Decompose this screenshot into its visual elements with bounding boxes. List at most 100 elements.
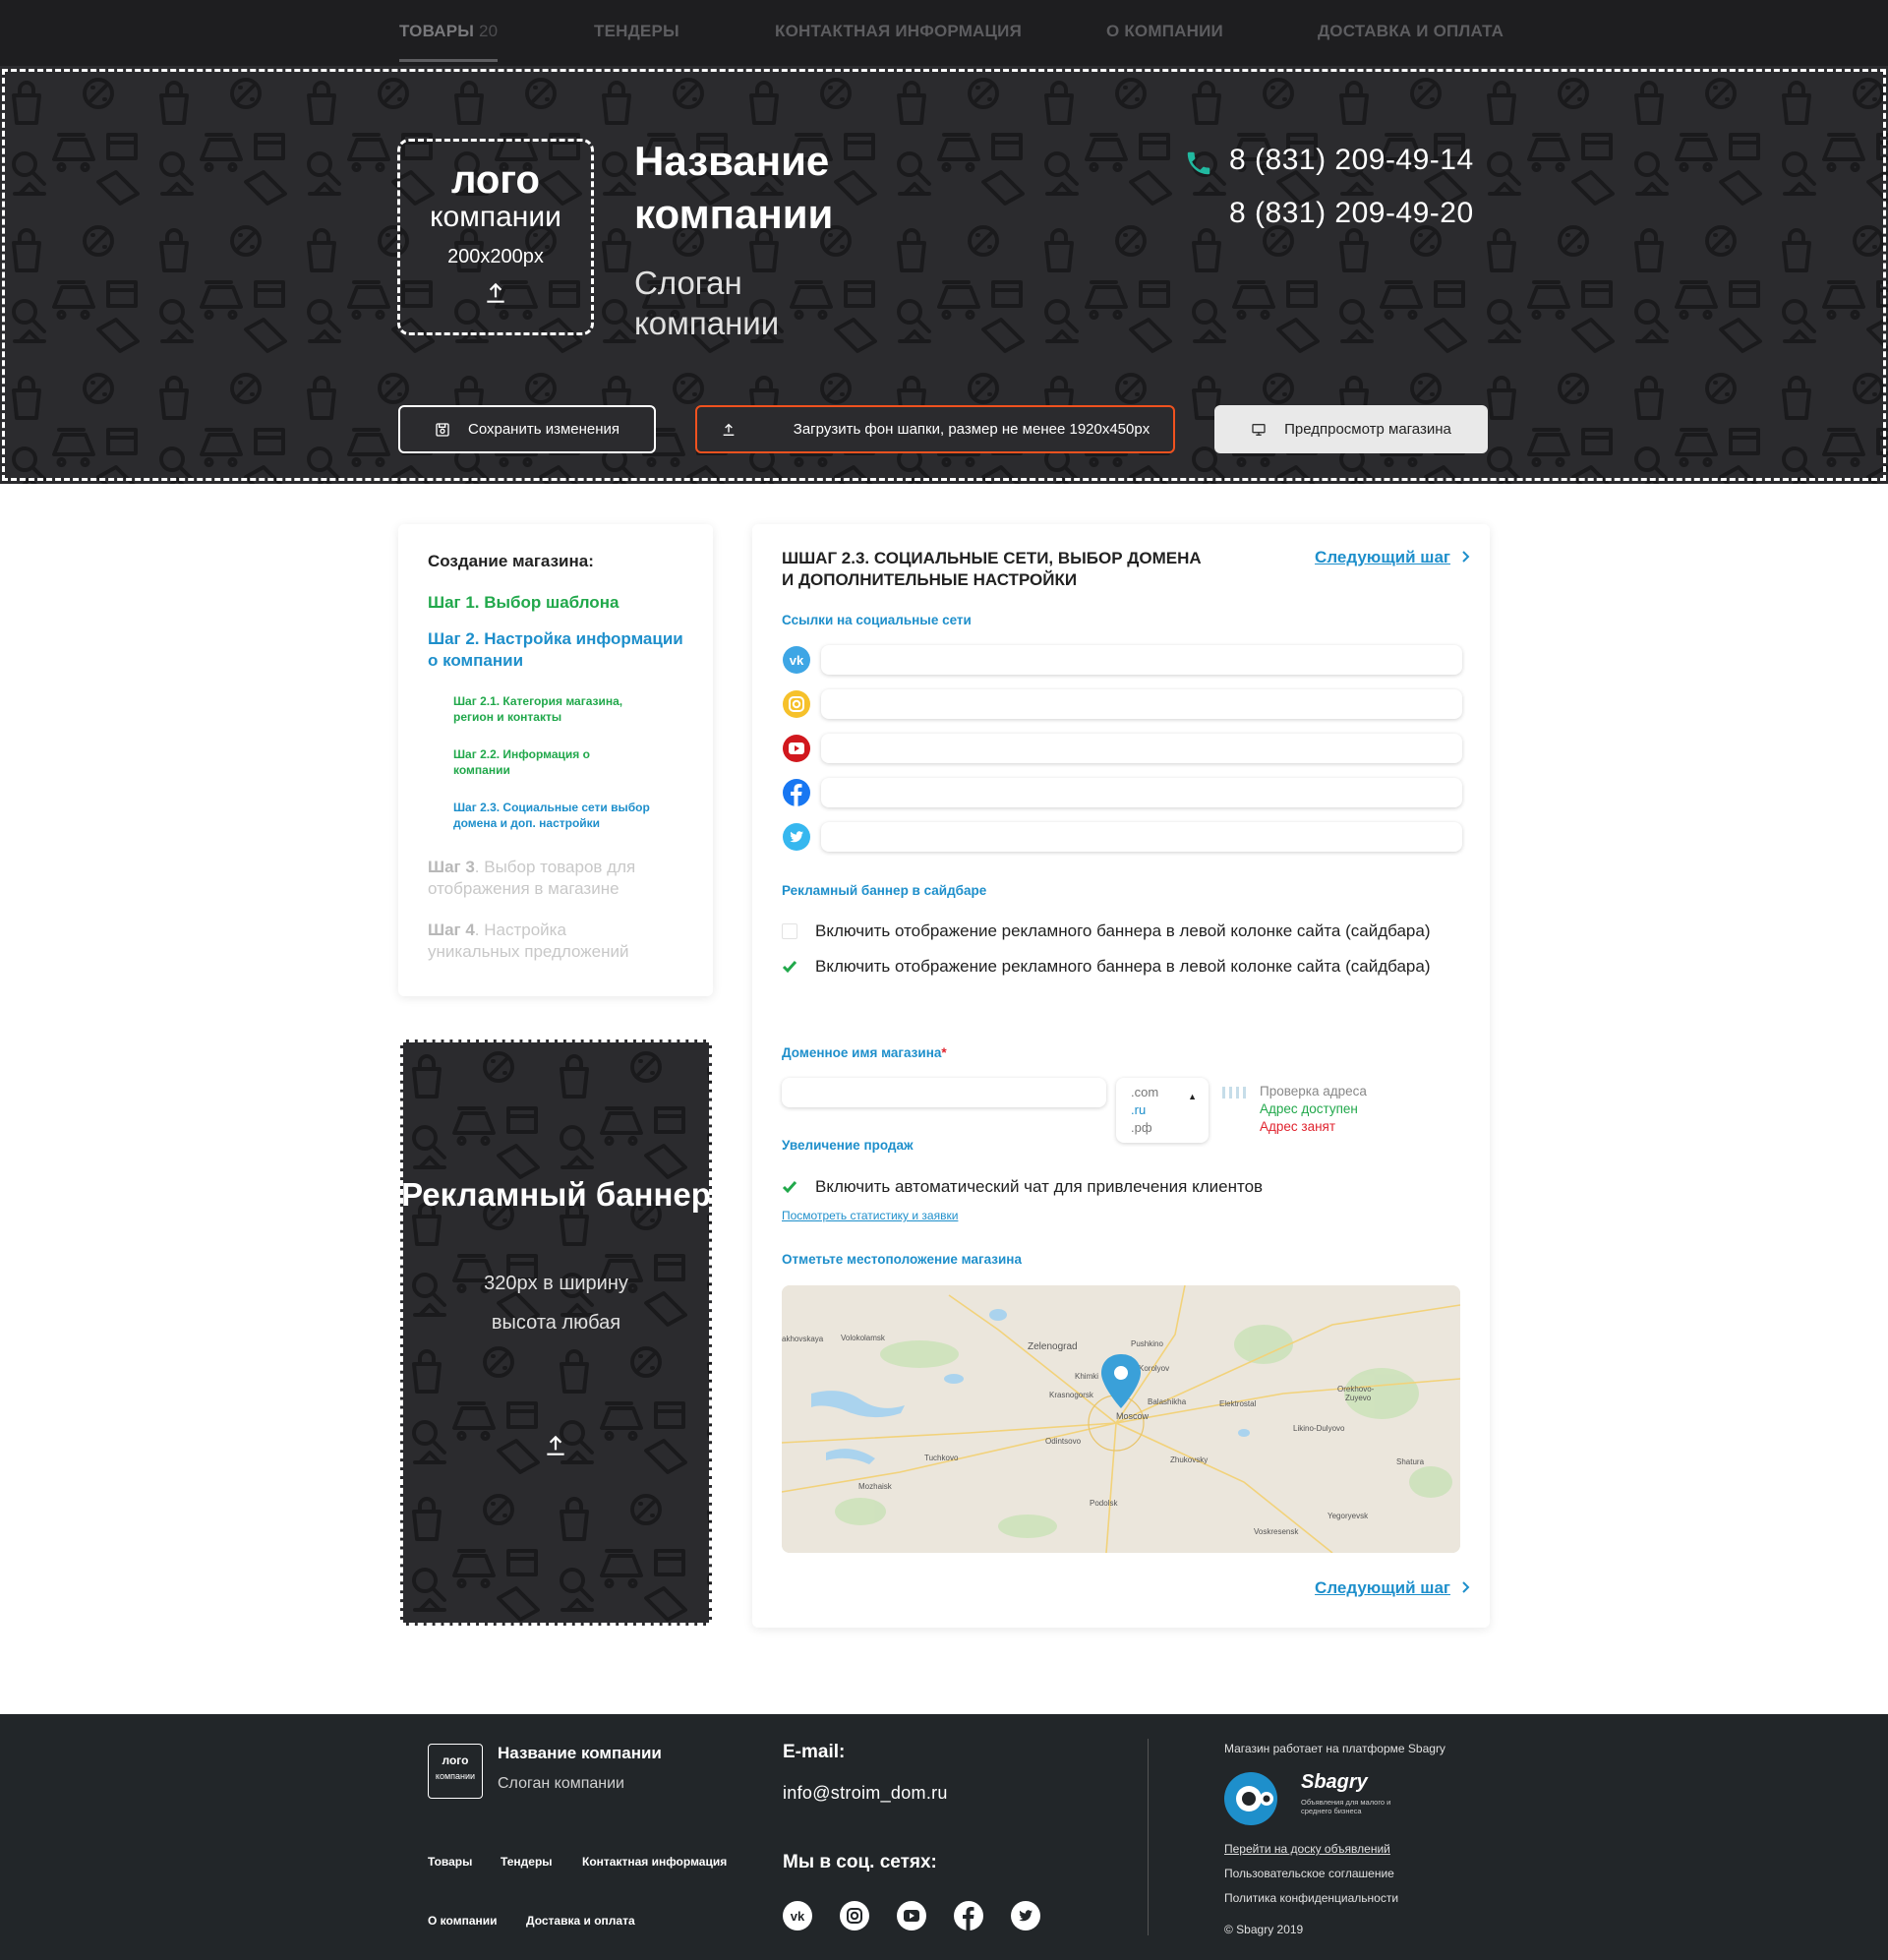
logo-upload[interactable]: лого компании 200x200px xyxy=(397,139,594,335)
domain-status: Проверка адреса Адрес доступен Адрес зан… xyxy=(1260,1083,1367,1136)
checkmark-icon[interactable] xyxy=(782,960,797,974)
svg-text:Shatura: Shatura xyxy=(1396,1457,1425,1466)
footer-link-products[interactable]: Товары xyxy=(428,1855,472,1869)
svg-text:Pushkino: Pushkino xyxy=(1131,1339,1163,1348)
footer-logo[interactable]: лого компании xyxy=(428,1744,483,1799)
chat-option-label: Включить автоматический чат для привлече… xyxy=(815,1177,1264,1196)
svg-text:Likino-Dulyovo: Likino-Dulyovo xyxy=(1293,1424,1345,1433)
domain-option-ru[interactable]: .ru xyxy=(1131,1101,1209,1119)
company-slogan[interactable]: Слоган компании xyxy=(634,263,831,343)
vk-link-input[interactable] xyxy=(821,645,1462,675)
step-2-3-form: ШШАГ 2.3. СОЦИАЛЬНЫЕ СЕТИ, ВЫБОР ДОМЕНА … xyxy=(752,524,1490,1628)
stats-link[interactable]: Посмотреть статистику и заявки xyxy=(782,1209,958,1222)
nav-item-delivery[interactable]: ДОСТАВКА И ОПЛАТА xyxy=(1318,22,1504,41)
svg-text:Podolsk: Podolsk xyxy=(1090,1499,1118,1508)
location-label: Отметьте местоположение магазина xyxy=(782,1252,1022,1267)
status-available: Адрес доступен xyxy=(1260,1101,1358,1116)
company-name[interactable]: Название компании xyxy=(634,135,890,241)
svg-text:Zhukovsky: Zhukovsky xyxy=(1170,1455,1208,1464)
nav-item-products[interactable]: ТОВАРЫ 20 xyxy=(399,22,499,62)
nav-item-contacts[interactable]: КОНТАКТНАЯ ИНФОРМАЦИЯ xyxy=(775,22,1022,41)
step-2-1-link[interactable]: Шаг 2.1. Категория магазина, регион и ко… xyxy=(453,693,650,725)
save-changes-button[interactable]: Сохранить изменения xyxy=(398,405,656,453)
twitter-row xyxy=(782,822,1462,852)
status-checking: Проверка адреса xyxy=(1260,1084,1367,1099)
banner-option-2[interactable]: Включить отображение рекламного баннера … xyxy=(782,957,1431,977)
instagram-icon xyxy=(783,690,810,718)
store-preview-button[interactable]: Предпросмотр магазина xyxy=(1214,405,1488,453)
checkmark-icon[interactable] xyxy=(782,1180,797,1194)
footer-divider xyxy=(1148,1739,1149,1935)
step-3-link[interactable]: Шаг 3. Выбор товаров для отображения в м… xyxy=(428,857,664,900)
next-step-link-bottom[interactable]: Следующий шаг xyxy=(1315,1578,1470,1598)
svg-text:Balashikha: Balashikha xyxy=(1148,1397,1187,1406)
footer-link-delivery[interactable]: Доставка и оплата xyxy=(526,1914,635,1928)
svg-text:akhovskaya: akhovskaya xyxy=(782,1335,824,1343)
svg-text:vk: vk xyxy=(790,653,804,668)
svg-text:Elektrostal: Elektrostal xyxy=(1219,1399,1257,1408)
footer-logo-line1: лого xyxy=(442,1753,469,1767)
chat-option[interactable]: Включить автоматический чат для привлече… xyxy=(782,1177,1263,1197)
twitter-link-input[interactable] xyxy=(821,822,1462,852)
footer-link-about[interactable]: О компании xyxy=(428,1914,498,1928)
facebook-icon[interactable] xyxy=(954,1901,983,1930)
vk-row: vk xyxy=(782,645,1462,675)
top-navigation: ТОВАРЫ 20 ТЕНДЕРЫ КОНТАКТНАЯ ИНФОРМАЦИЯ … xyxy=(0,0,1888,66)
copyright: © Sbagry 2019 xyxy=(1224,1923,1304,1936)
facebook-link-input[interactable] xyxy=(821,778,1462,807)
footer-email[interactable]: info@stroim_dom.ru xyxy=(783,1783,948,1804)
domain-input[interactable] xyxy=(782,1078,1106,1107)
youtube-icon[interactable] xyxy=(897,1901,926,1930)
privacy-policy-link[interactable]: Политика конфиденциальности xyxy=(1224,1891,1398,1905)
chevron-right-icon xyxy=(1462,551,1470,563)
sales-label: Увеличение продаж xyxy=(782,1138,914,1153)
ad-banner-upload[interactable]: Рекламный баннер 320px в ширину высота л… xyxy=(400,1039,712,1626)
twitter-icon[interactable] xyxy=(1011,1901,1040,1930)
facebook-icon xyxy=(783,779,810,806)
banner-option-1-label: Включить отображение рекламного баннера … xyxy=(815,921,1431,940)
phone-2[interactable]: 8 (831) 209-49-20 xyxy=(1229,197,1474,230)
step-2-link[interactable]: Шаг 2. Настройка информации о компании xyxy=(428,628,683,672)
user-agreement-link[interactable]: Пользовательское соглашение xyxy=(1224,1867,1394,1880)
step-3-number: Шаг 3 xyxy=(428,858,475,876)
domain-zone-select[interactable]: .com .ru .рф ▲ xyxy=(1116,1078,1209,1143)
svg-text:Khimki: Khimki xyxy=(1075,1372,1098,1381)
svg-text:Korolyov: Korolyov xyxy=(1139,1364,1169,1373)
step-4-link[interactable]: Шаг 4. Настройка уникальных предложений xyxy=(428,920,644,963)
step-2-3-link[interactable]: Шаг 2.3. Социальные сети выбор домена и … xyxy=(453,800,650,831)
creation-steps-panel: Создание магазина: Шаг 1. Выбор шаблона … xyxy=(398,524,713,996)
domain-option-rf[interactable]: .рф xyxy=(1131,1119,1209,1137)
footer-link-contacts[interactable]: Контактная информация xyxy=(582,1855,727,1869)
step-1-link[interactable]: Шаг 1. Выбор шаблона xyxy=(428,593,683,613)
next-step-link-top[interactable]: Следующий шаг xyxy=(1315,548,1470,567)
board-link[interactable]: Перейти на доску объявлений xyxy=(1224,1842,1390,1856)
youtube-icon xyxy=(783,735,810,762)
checkbox-unchecked[interactable] xyxy=(782,923,797,939)
instagram-icon[interactable] xyxy=(840,1901,869,1930)
phone-1[interactable]: 8 (831) 209-49-14 xyxy=(1229,144,1474,177)
footer-link-tenders[interactable]: Тендеры xyxy=(501,1855,553,1869)
vk-icon[interactable]: vk xyxy=(783,1901,812,1930)
svg-text:Yegoryevsk: Yegoryevsk xyxy=(1328,1512,1369,1520)
svg-text:Voskresensk: Voskresensk xyxy=(1254,1527,1299,1536)
banner-option-1[interactable]: Включить отображение рекламного баннера … xyxy=(782,921,1431,941)
nav-item-tenders[interactable]: ТЕНДЕРЫ xyxy=(594,22,679,41)
domain-label: Доменное имя магазина* xyxy=(782,1045,947,1060)
svg-text:vk: vk xyxy=(791,1909,805,1924)
svg-text:Volokolamsk: Volokolamsk xyxy=(841,1334,886,1342)
triangle-up-icon: ▲ xyxy=(1188,1092,1197,1101)
footer-slogan: Слоган компании xyxy=(498,1775,624,1792)
upload-header-bg-button[interactable]: Загрузить фон шапки, размер не менее 192… xyxy=(695,405,1175,453)
store-header: лого компании 200x200px Название компани… xyxy=(0,66,1888,484)
nav-item-about[interactable]: О КОМПАНИИ xyxy=(1106,22,1223,41)
steps-title: Создание магазина: xyxy=(428,552,594,570)
instagram-link-input[interactable] xyxy=(821,689,1462,719)
location-map[interactable]: Zelenograd Khimki Krasnogorsk Moscow Balas… xyxy=(782,1285,1460,1553)
upload-icon xyxy=(723,423,735,436)
domain-option-com[interactable]: .com xyxy=(1131,1084,1209,1101)
youtube-link-input[interactable] xyxy=(821,734,1462,763)
step-2-2-link[interactable]: Шаг 2.2. Информация о компании xyxy=(453,746,601,778)
banner-dashed-frame xyxy=(400,1039,712,1626)
footer-social-icons: vk xyxy=(783,1901,1040,1930)
footer-company-name: Название компании xyxy=(498,1744,662,1762)
